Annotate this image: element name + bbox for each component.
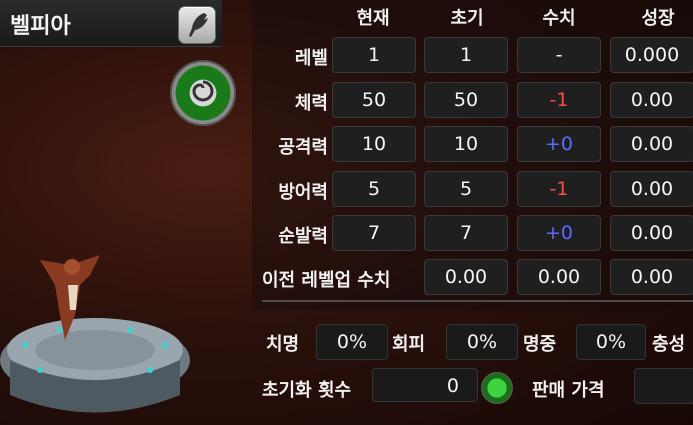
stat-agility-delta: +0	[517, 215, 601, 251]
stat-level-growth: 0.000	[610, 37, 693, 73]
crit-label: 치명	[266, 334, 300, 355]
character-name: 벨피아	[10, 14, 71, 39]
stat-level-initial: 1	[424, 37, 508, 73]
prev-levelup-label: 이전 레벨업 수치	[262, 270, 391, 291]
feather-pen-icon	[189, 13, 208, 37]
stat-defense-growth: 0.00	[610, 171, 693, 207]
swirl-icon	[192, 80, 214, 102]
stat-hp-growth: 0.00	[610, 82, 693, 118]
prev-levelup-value-3: 0.00	[610, 259, 693, 295]
skill-emblem-icon[interactable]	[170, 60, 236, 126]
stat-label-agility: 순발력	[278, 226, 328, 247]
rename-button[interactable]	[178, 6, 216, 44]
accuracy-value: 0%	[576, 324, 646, 360]
stat-level-delta: -	[517, 37, 601, 73]
stat-defense-delta: -1	[517, 171, 601, 207]
stat-hp-current: 50	[332, 82, 416, 118]
prev-levelup-value-1: 0.00	[424, 259, 508, 295]
reset-count-value: 0	[372, 368, 478, 402]
character-sprite	[40, 255, 100, 340]
stat-agility-initial: 7	[424, 215, 508, 251]
crit-value: 0%	[316, 324, 388, 360]
column-header-delta: 수치	[542, 8, 576, 29]
column-header-growth: 성장	[641, 8, 675, 29]
prev-levelup-value-2: 0.00	[517, 259, 601, 295]
stat-hp-initial: 50	[424, 82, 508, 118]
stat-label-hp: 체력	[294, 93, 328, 114]
evasion-value: 0%	[446, 324, 518, 360]
stat-attack-initial: 10	[424, 126, 508, 162]
evasion-label: 회피	[392, 334, 426, 355]
loyalty-label: 충성	[652, 334, 686, 355]
sell-price-value	[634, 368, 693, 404]
stat-agility-growth: 0.00	[610, 215, 693, 251]
stat-label-level: 레벨	[294, 48, 328, 69]
stat-attack-growth: 0.00	[610, 126, 693, 162]
stat-level-current: 1	[332, 37, 416, 73]
stat-agility-current: 7	[332, 215, 416, 251]
stat-defense-current: 5	[332, 171, 416, 207]
stat-defense-initial: 5	[424, 171, 508, 207]
stat-label-attack: 공격력	[278, 137, 328, 158]
stat-attack-delta: +0	[517, 126, 601, 162]
stat-attack-current: 10	[332, 126, 416, 162]
stat-label-defense: 방어력	[278, 182, 328, 203]
sell-price-label: 판매 가격	[532, 380, 605, 401]
column-header-initial: 초기	[450, 8, 484, 29]
reset-count-label: 초기화 횟수	[262, 380, 352, 401]
section-divider	[262, 300, 693, 302]
reset-refresh-icon[interactable]	[481, 372, 513, 404]
column-header-current: 현재	[356, 8, 390, 29]
accuracy-label: 명중	[523, 334, 557, 355]
stat-hp-delta: -1	[517, 82, 601, 118]
